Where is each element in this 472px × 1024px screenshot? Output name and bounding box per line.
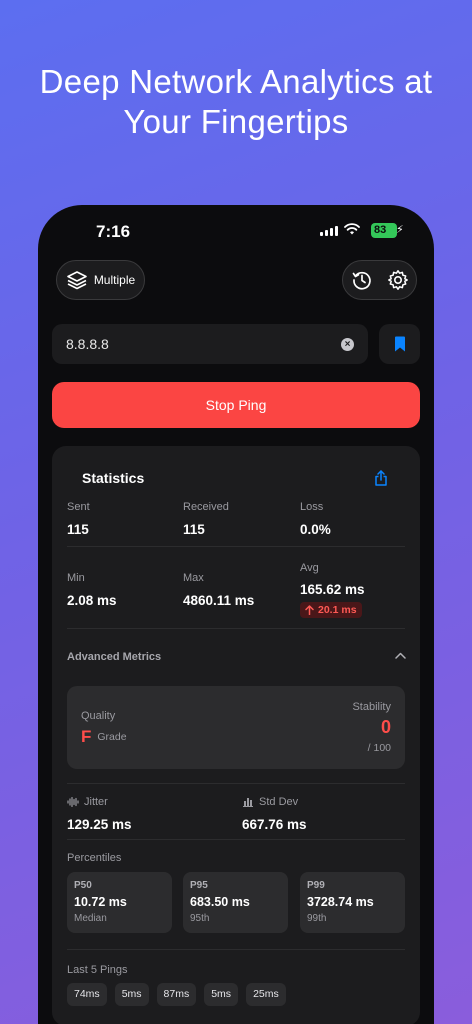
percentile-value: 3728.74 ms xyxy=(307,895,374,909)
statistics-card: Statistics Sent 115 Received 115 Loss 0.… xyxy=(52,446,420,1024)
share-icon[interactable] xyxy=(374,470,388,486)
quality-grade-suffix: Grade xyxy=(97,731,127,743)
headline-line-1: Deep Network Analytics at xyxy=(39,63,433,100)
chevron-up-icon[interactable] xyxy=(395,652,406,659)
statistics-title: Statistics xyxy=(82,470,145,486)
quality-grade-letter: F xyxy=(81,727,92,746)
percentile-value: 10.72 ms xyxy=(74,895,127,909)
cellular-signal-icon xyxy=(320,226,338,236)
stddev-value: 667.76 ms xyxy=(242,817,307,832)
quality-grade: F Grade xyxy=(81,727,127,747)
history-icon[interactable] xyxy=(351,269,373,291)
divider xyxy=(67,839,405,840)
stat-sent-value: 115 xyxy=(67,522,89,537)
stat-sent: Sent 115 xyxy=(67,501,90,539)
stability-value: 0 xyxy=(380,717,391,737)
divider xyxy=(67,546,405,547)
avg-delta-badge: 20.1 ms xyxy=(300,602,362,618)
clear-icon[interactable]: × xyxy=(341,337,354,351)
phone-screen: 7:16 83 ⚡ Multiple 8.8.8.8 × Stop Ping S… xyxy=(38,205,434,1024)
bookmark-icon xyxy=(394,336,405,352)
stat-received-value: 115 xyxy=(183,522,205,537)
status-time: 7:16 xyxy=(96,222,131,241)
host-input-value: 8.8.8.8 xyxy=(66,336,109,352)
bar-chart-icon xyxy=(243,798,253,807)
toolbar-actions xyxy=(342,260,417,300)
percentile-p95: P95 683.50 ms 95th xyxy=(183,872,288,933)
stat-sent-label: Sent xyxy=(67,501,90,513)
quality-label: Quality xyxy=(81,710,116,722)
stat-min-label: Min xyxy=(67,572,85,584)
divider xyxy=(67,949,405,950)
wifi-icon xyxy=(344,223,360,235)
charging-icon: ⚡ xyxy=(396,224,404,236)
stability-label: Stability xyxy=(352,701,391,713)
bookmark-button[interactable] xyxy=(379,324,420,364)
stat-avg-value: 165.62 ms xyxy=(300,582,365,597)
ping-chip: 74ms xyxy=(67,983,107,1006)
stat-loss-label: Loss xyxy=(300,501,324,513)
percentile-value: 683.50 ms xyxy=(190,895,250,909)
percentile-sub: 95th xyxy=(190,913,210,924)
percentile-sub: Median xyxy=(74,913,107,924)
headline: Deep Network Analytics at Your Fingertip… xyxy=(0,62,472,142)
stddev-metric: Std Dev 667.76 ms xyxy=(242,796,307,834)
stat-max-label: Max xyxy=(183,572,204,584)
headline-line-2: Your Fingertips xyxy=(123,103,349,140)
stat-min-value: 2.08 ms xyxy=(67,593,117,608)
divider xyxy=(67,628,405,629)
waveform-icon xyxy=(67,797,79,807)
stat-loss-value: 0.0% xyxy=(300,522,331,537)
ping-chip: 5ms xyxy=(114,983,149,1006)
arrow-up-icon xyxy=(305,605,314,615)
percentiles-title: Percentiles xyxy=(67,852,122,864)
gear-icon[interactable] xyxy=(387,269,409,291)
mode-selector-button[interactable]: Multiple xyxy=(56,260,145,300)
jitter-value: 129.25 ms xyxy=(67,817,132,832)
stat-avg: Avg 165.62 ms 20.1 ms xyxy=(300,562,365,620)
stop-ping-button[interactable]: Stop Ping xyxy=(52,382,420,428)
mode-selector-label: Multiple xyxy=(93,273,136,287)
jitter-label: Jitter xyxy=(84,796,108,808)
layers-icon xyxy=(67,271,87,290)
stability-scale: / 100 xyxy=(367,742,391,754)
stddev-label: Std Dev xyxy=(259,796,299,808)
stat-avg-label: Avg xyxy=(300,562,319,574)
percentile-key: P95 xyxy=(190,880,208,891)
stat-received: Received 115 xyxy=(183,501,229,539)
last-pings-title: Last 5 Pings xyxy=(67,964,128,976)
percentile-sub: 99th xyxy=(307,913,327,924)
percentile-key: P99 xyxy=(307,880,325,891)
ping-chip: 25ms xyxy=(246,983,286,1006)
percentile-key: P50 xyxy=(74,880,92,891)
ping-chip: 5ms xyxy=(204,983,239,1006)
advanced-metrics-toggle[interactable]: Advanced Metrics xyxy=(67,651,161,663)
stat-loss: Loss 0.0% xyxy=(300,501,331,539)
quality-panel: Quality F Grade Stability 0 / 100 xyxy=(67,686,405,769)
stat-min: Min 2.08 ms xyxy=(67,572,117,610)
host-input[interactable]: 8.8.8.8 × xyxy=(52,324,368,364)
divider xyxy=(67,783,405,784)
stat-max: Max 4860.11 ms xyxy=(183,572,254,610)
percentile-p99: P99 3728.74 ms 99th xyxy=(300,872,405,933)
battery-indicator: 83 xyxy=(371,223,397,238)
jitter-metric: Jitter 129.25 ms xyxy=(67,796,132,834)
ping-chip: 87ms xyxy=(156,983,197,1006)
last-pings-list: 74ms 5ms 87ms 5ms 25ms xyxy=(67,983,286,1006)
stat-received-label: Received xyxy=(183,501,229,513)
stat-max-value: 4860.11 ms xyxy=(183,593,255,608)
avg-delta-value: 20.1 ms xyxy=(318,604,357,616)
percentile-p50: P50 10.72 ms Median xyxy=(67,872,172,933)
status-bar: 7:16 83 ⚡ xyxy=(38,205,434,257)
